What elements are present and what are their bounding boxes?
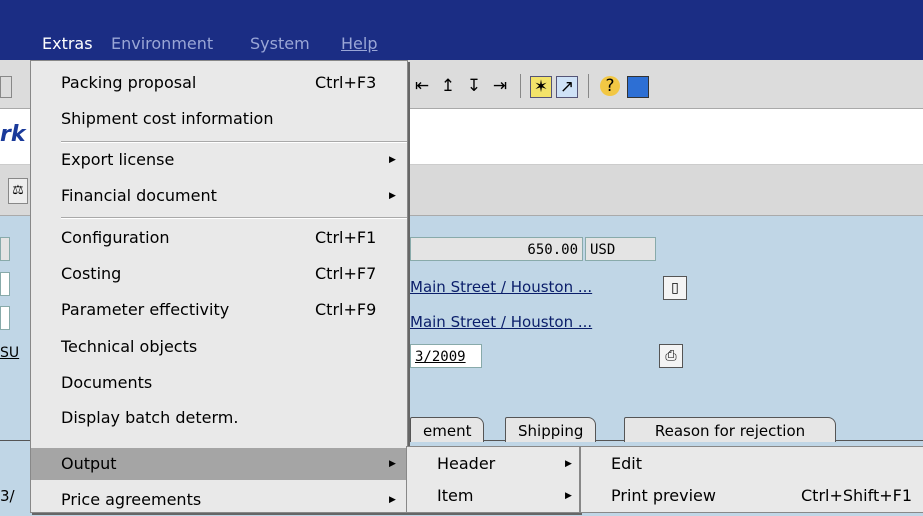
layout-menu-icon[interactable]: [627, 76, 649, 98]
menu-item-label: Costing: [61, 264, 122, 283]
shortcut-icon[interactable]: ↗: [556, 76, 578, 98]
toolbar-separator: [520, 74, 521, 98]
menu-item-shipment-cost-information[interactable]: Shipment cost information: [31, 103, 407, 135]
menu-item-header[interactable]: Header ▶: [407, 448, 579, 480]
menu-item-label: Documents: [61, 373, 153, 392]
tab-agreement[interactable]: ement: [410, 417, 485, 442]
document-icon[interactable]: ▯: [663, 276, 687, 300]
menu-item-costing[interactable]: Costing Ctrl+F7: [31, 258, 407, 290]
menu-system[interactable]: System: [250, 34, 310, 54]
left-field-fragment: [0, 237, 10, 261]
menu-item-parameter-effectivity[interactable]: Parameter effectivity Ctrl+F9: [31, 294, 407, 326]
last-page-icon[interactable]: ⇥: [490, 76, 510, 96]
date-field[interactable]: 3/2009: [410, 344, 482, 368]
menu-item-display-batch-determ[interactable]: Display batch determ.: [31, 402, 407, 434]
menu-item-label: Financial document: [61, 186, 217, 205]
extras-menu: Packing proposal Ctrl+F3 Shipment cost i…: [30, 60, 408, 513]
ship-to-address-link[interactable]: Main Street / Houston ...: [410, 311, 592, 333]
output-submenu: Header ▶ Item ▶: [406, 446, 580, 513]
submenu-arrow-icon: ▶: [565, 491, 572, 501]
left-label-fragment: SU: [0, 345, 20, 361]
app-toolbar-button[interactable]: ⚖: [8, 178, 28, 204]
menu-separator: [61, 141, 407, 143]
tab-reason-for-rejection[interactable]: Reason for rejection: [624, 417, 836, 442]
net-value-field: 650.00: [410, 237, 583, 261]
menu-item-shortcut: Ctrl+Shift+F1: [801, 486, 913, 505]
menu-item-label: Packing proposal: [61, 73, 197, 92]
submenu-arrow-icon: ▶: [565, 459, 572, 469]
menu-item-configuration[interactable]: Configuration Ctrl+F1: [31, 222, 407, 254]
command-field-fragment[interactable]: [0, 76, 12, 98]
submenu-arrow-icon: ▶: [389, 495, 396, 505]
previous-page-icon[interactable]: ↥: [438, 76, 458, 96]
left-field-fragment[interactable]: [0, 272, 10, 296]
menu-item-label: Item: [437, 486, 474, 505]
menu-item-shortcut: Ctrl+F1: [315, 228, 377, 247]
menu-item-export-license[interactable]: Export license ▶: [31, 144, 407, 176]
menu-environment[interactable]: Environment: [111, 34, 213, 54]
menu-bar: Extras Environment System Help: [0, 0, 923, 60]
row-fragment: 3/: [0, 487, 15, 505]
display-details-icon[interactable]: ⎙: [659, 344, 683, 368]
menu-item-shortcut: Ctrl+F9: [315, 300, 377, 319]
menu-item-price-agreements[interactable]: Price agreements ▶: [31, 484, 407, 516]
page-title: rk: [0, 122, 26, 147]
first-page-icon[interactable]: ⇤: [412, 76, 432, 96]
menu-item-financial-document[interactable]: Financial document ▶: [31, 180, 407, 212]
menu-item-label: Shipment cost information: [61, 109, 274, 128]
menu-item-label: Configuration: [61, 228, 170, 247]
menu-item-shortcut: Ctrl+F3: [315, 73, 377, 92]
tab-shipping[interactable]: Shipping: [505, 417, 597, 442]
menu-item-technical-objects[interactable]: Technical objects: [31, 331, 407, 363]
help-icon[interactable]: ?: [600, 76, 620, 96]
header-submenu: Edit Print preview Ctrl+Shift+F1: [580, 446, 923, 513]
menu-item-print-preview[interactable]: Print preview Ctrl+Shift+F1: [581, 480, 923, 512]
submenu-arrow-icon: ▶: [389, 155, 396, 165]
create-session-icon[interactable]: ✶: [530, 76, 552, 98]
submenu-arrow-icon: ▶: [389, 459, 396, 469]
menu-item-label: Parameter effectivity: [61, 300, 230, 319]
toolbar-separator: [588, 74, 589, 98]
menu-item-label: Print preview: [611, 486, 716, 505]
menu-item-label: Display batch determ.: [61, 408, 239, 427]
submenu-arrow-icon: ▶: [389, 191, 396, 201]
menu-separator: [61, 217, 407, 219]
menu-item-packing-proposal[interactable]: Packing proposal Ctrl+F3: [31, 67, 407, 99]
menu-item-output[interactable]: Output ▶: [31, 448, 407, 480]
currency-field: USD: [585, 237, 656, 261]
menu-help[interactable]: Help: [341, 34, 377, 54]
menu-item-label: Price agreements: [61, 490, 202, 509]
menu-item-label: Header: [437, 454, 496, 473]
menu-item-documents[interactable]: Documents: [31, 367, 407, 399]
menu-item-edit[interactable]: Edit: [581, 448, 923, 480]
menu-item-label: Export license: [61, 150, 175, 169]
next-page-icon[interactable]: ↧: [464, 76, 484, 96]
menu-item-label: Edit: [611, 454, 642, 473]
menu-item-label: Technical objects: [61, 337, 198, 356]
menu-item-shortcut: Ctrl+F7: [315, 264, 377, 283]
menu-extras[interactable]: Extras: [42, 34, 93, 54]
menu-item-label: Output: [61, 454, 117, 473]
sold-to-address-link[interactable]: Main Street / Houston ...: [410, 276, 592, 298]
left-field-fragment[interactable]: [0, 306, 10, 330]
menu-item-item[interactable]: Item ▶: [407, 480, 579, 512]
